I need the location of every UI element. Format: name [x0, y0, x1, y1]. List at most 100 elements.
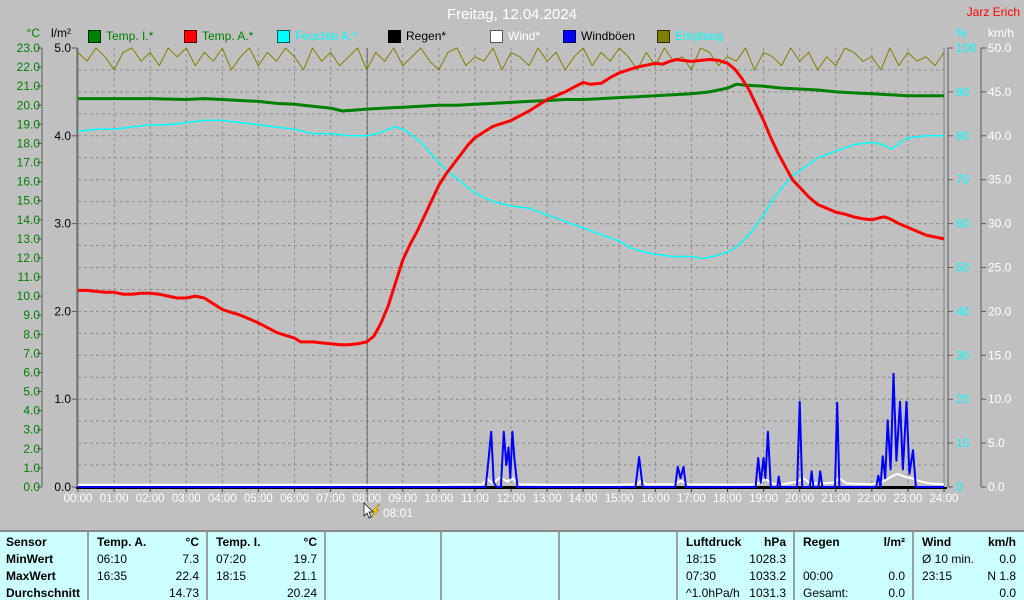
cell-value: 7.3 [182, 552, 199, 566]
table-header-cell: Luftdruck hPa [681, 535, 786, 550]
legend-swatch-icon [657, 29, 670, 43]
y-tick-label: 35.0 [988, 173, 1012, 187]
x-tick-label: 10:00 [424, 493, 453, 505]
cell-time [917, 586, 922, 600]
cursor-time-label: 08:01 [383, 506, 413, 520]
x-tick-label: 23:00 [894, 493, 923, 505]
y-tick-label: 7.0 [23, 346, 40, 360]
table-row-label: MinWert [6, 552, 54, 566]
y-tick-label: 20.0 [17, 98, 41, 112]
x-tick-label: 12:00 [497, 493, 526, 505]
y-tick-label: 6.0 [23, 365, 40, 379]
legend-item-windb-en[interactable]: Windböen [563, 29, 635, 43]
cell-time: 18:15 [216, 569, 247, 583]
cell-time: Temp. I. [216, 535, 261, 549]
y-tick-label: 18.0 [17, 136, 41, 150]
cell-time: Wind [922, 535, 952, 549]
y-tick-label: 30 [956, 348, 970, 362]
cell-time [798, 552, 803, 567]
cell-value: 1033.2 [749, 569, 786, 583]
table-cell: Gesamt: 0.0 [798, 586, 905, 600]
x-tick-label: 18:00 [713, 493, 742, 505]
y-tick-label: 13.0 [17, 232, 41, 246]
table-cell: 0.0 [917, 586, 1016, 600]
cursor-lightning-icon [370, 503, 381, 519]
cell-time [563, 535, 568, 550]
cell-value: 21.1 [293, 569, 317, 583]
legend-label: Feuchte A.* [295, 29, 358, 43]
table-row-label: MaxWert [6, 569, 56, 583]
y-tick-label: 4.0 [54, 129, 71, 143]
cell-time [445, 569, 450, 584]
table-separator [912, 532, 914, 600]
x-tick-label: 16:00 [641, 493, 670, 505]
weather-chart[interactable]: 0.0 1.0 2.0 3.0 4.0 5.0 6.0 7.0 8.0 9.0 10.0 11.0 12… [0, 0, 1024, 530]
sensor-summary-table: Sensor MinWert MaxWert Durchschnitt Temp. A.… [0, 530, 1024, 600]
cell-value: 0.0 [999, 586, 1016, 600]
cell-time [563, 569, 568, 584]
table-header-cell [329, 535, 433, 550]
y-axis-wind: 0.05.010.015.020.025.030.035.040.045.050… [980, 26, 1014, 494]
table-cell: Ø 10 min. 0.0 [917, 552, 1016, 567]
legend-swatch-icon [277, 29, 290, 43]
table-cell [798, 552, 905, 567]
legend-label: Wind* [508, 29, 541, 43]
legend-item-wind[interactable]: Wind* [490, 29, 540, 43]
legend-item-empfang[interactable]: Empfang [657, 29, 723, 43]
legend-item-regen[interactable]: Regen* [388, 29, 446, 43]
cell-value: 22.4 [175, 569, 199, 583]
cell-time [92, 586, 97, 600]
cell-time: 06:10 [97, 552, 128, 566]
y-tick-label: 15.0 [988, 348, 1012, 362]
y-tick-label: 4.0 [23, 404, 40, 418]
y-tick-label: 12.0 [17, 251, 41, 265]
table-separator [87, 532, 89, 600]
x-tick-label: 09:00 [388, 493, 417, 505]
cell-time [563, 586, 568, 600]
table-cell: 18:15 1028.3 [681, 552, 786, 567]
legend-item-temp-i[interactable]: Temp. I.* [88, 29, 153, 43]
cell-time: 00:00 [803, 569, 834, 583]
table-header-cell: Temp. A. °C [92, 535, 199, 550]
cell-time: Ø 10 min. [922, 552, 975, 566]
table-cell [329, 552, 433, 567]
cell-value: l/m² [883, 535, 905, 549]
y-tick-label: 25.0 [988, 261, 1012, 275]
legend-item-temp-a[interactable]: Temp. A.* [184, 29, 253, 43]
table-cell [329, 586, 433, 600]
legend-swatch-icon [388, 29, 401, 43]
table-cell: 16:35 22.4 [92, 569, 199, 584]
legend-label: Empfang [675, 29, 724, 43]
y-tick-label: 8.0 [23, 327, 40, 341]
cell-value: 20.24 [286, 586, 317, 600]
legend-label: Regen* [406, 29, 447, 43]
x-tick-label: 04:00 [208, 493, 237, 505]
y-tick-label: 19.0 [17, 117, 41, 131]
series-feuchte-a [77, 119, 944, 260]
table-header-cell: Regen l/m² [798, 535, 905, 550]
y-tick-label: 40.0 [988, 129, 1012, 143]
y-tick-label: 5.0 [988, 436, 1005, 450]
table-header-cell [445, 535, 551, 550]
y-tick-label: 45.0 [988, 85, 1012, 99]
y-tick-label: 40 [956, 304, 970, 318]
cell-time: Regen [803, 535, 840, 549]
x-tick-label: 19:00 [749, 493, 778, 505]
x-tick-label: 11:00 [461, 493, 489, 505]
legend-label: Windböen [581, 29, 636, 43]
cell-time [563, 552, 568, 567]
cell-time [445, 535, 450, 550]
cell-time [445, 552, 450, 567]
table-header-cell: Temp. I. °C [211, 535, 317, 550]
y-axis-rain: 0.01.02.03.04.05.0l/m² [51, 26, 78, 494]
table-cell [563, 569, 669, 584]
table-cell: 06:10 7.3 [92, 552, 199, 567]
y-tick-label: 15.0 [17, 194, 41, 208]
cell-time [329, 586, 334, 600]
table-separator [558, 532, 560, 600]
legend-item-feuchte-a[interactable]: Feuchte A.* [277, 29, 357, 43]
cell-time [329, 552, 334, 567]
table-separator [793, 532, 795, 600]
gridlines [78, 48, 944, 487]
y-tick-label: 0.0 [988, 480, 1005, 494]
